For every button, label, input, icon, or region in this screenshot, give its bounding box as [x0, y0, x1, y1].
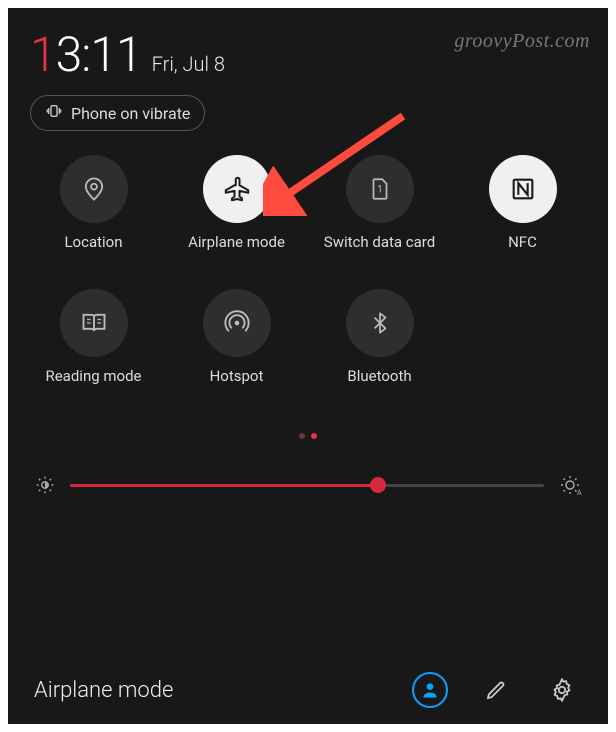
panel-title: Airplane mode: [34, 678, 384, 703]
tile-reading-mode[interactable]: Reading mode: [26, 289, 161, 405]
tile-label: Bluetooth: [347, 367, 411, 405]
quick-settings-panel: groovyPost.com 13:11 Fri, Jul 8 Phone on…: [8, 8, 608, 724]
clock-time: 13:11: [30, 26, 142, 83]
book-icon: [60, 289, 128, 357]
tile-label: Switch data card: [324, 233, 435, 271]
clock-hour-accent: 1: [30, 26, 56, 83]
vibrate-icon: [45, 102, 63, 124]
vibrate-mode-chip[interactable]: Phone on vibrate: [30, 95, 205, 131]
brightness-auto-icon[interactable]: A: [558, 473, 582, 497]
svg-text:A: A: [577, 489, 582, 497]
brightness-fill: [70, 484, 378, 487]
tile-hotspot[interactable]: Hotspot: [169, 289, 304, 405]
brightness-row: A: [8, 439, 608, 497]
clock-rest: 3:11: [56, 26, 142, 83]
user-button[interactable]: [410, 670, 450, 710]
tile-airplane-mode[interactable]: Airplane mode: [169, 155, 304, 271]
brightness-low-icon: [34, 474, 56, 496]
location-icon: [60, 155, 128, 223]
tile-label: NFC: [508, 233, 537, 271]
brightness-slider[interactable]: [70, 484, 544, 487]
watermark-text: groovyPost.com: [454, 30, 590, 53]
hotspot-icon: [203, 289, 271, 357]
gear-icon: [549, 677, 575, 703]
tile-label: Hotspot: [210, 367, 264, 405]
tile-label: Airplane mode: [188, 233, 285, 271]
nfc-icon: [489, 155, 557, 223]
edit-button[interactable]: [476, 670, 516, 710]
tile-switch-data-card[interactable]: 1 Switch data card: [312, 155, 447, 271]
tile-nfc[interactable]: NFC: [455, 155, 590, 271]
airplane-icon: [203, 155, 271, 223]
quick-tiles-grid: Location Airplane mode 1 Switch data car…: [8, 131, 608, 405]
pencil-icon: [484, 678, 508, 702]
tile-label: Location: [64, 233, 122, 271]
sim-icon: 1: [346, 155, 414, 223]
tile-bluetooth[interactable]: Bluetooth: [312, 289, 447, 405]
vibrate-label: Phone on vibrate: [71, 104, 190, 123]
svg-text:1: 1: [377, 184, 382, 195]
settings-button[interactable]: [542, 670, 582, 710]
page-dot: [299, 433, 305, 439]
bottom-bar: Airplane mode: [8, 670, 608, 710]
page-dot-active: [311, 433, 317, 439]
user-icon: [412, 672, 448, 708]
date-label: Fri, Jul 8: [152, 52, 225, 76]
brightness-thumb[interactable]: [370, 477, 386, 493]
bluetooth-icon: [346, 289, 414, 357]
tile-location[interactable]: Location: [26, 155, 161, 271]
tile-label: Reading mode: [45, 367, 141, 405]
